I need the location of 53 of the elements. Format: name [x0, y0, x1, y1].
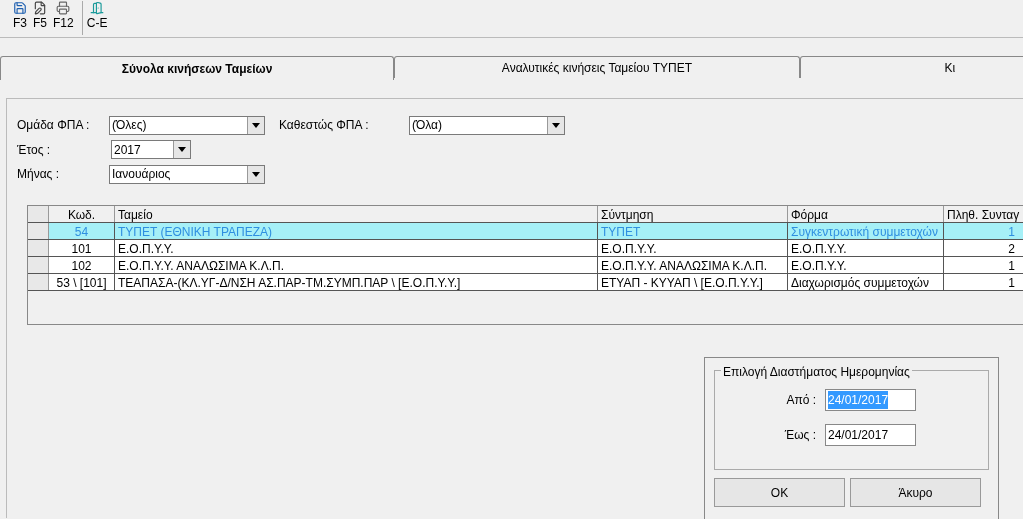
tab[interactable]: Σύνολα κινήσεων Ταμείων [0, 56, 395, 80]
tab[interactable]: Κι [799, 56, 1023, 78]
toolbar-button[interactable]: F12 [52, 1, 75, 31]
table-row[interactable]: 102 Ε.Ο.Π.Υ.Υ. ΑΝΑΛΩΣΙΜΑ Κ.Λ.Π. Ε.Ο.Π.Υ.Υ. ΑΝΑΛΩΣΙΜΑ Κ.Λ.Π. Ε.Ο.Π.Υ.Υ. 1 [28, 257, 1023, 274]
column-header: Φόρμα [788, 206, 944, 222]
dialog-button[interactable]: Άκυρο [850, 478, 981, 507]
table-cell: ΤΥΠΕΤ [598, 223, 788, 239]
toolbar-button[interactable]: C-E [85, 1, 109, 31]
table-cell: Ε.Ο.Π.Υ.Υ. ΑΝΑΛΩΣΙΜΑ Κ.Λ.Π. [598, 257, 788, 273]
table-cell: ΤΥΠΕΤ (ΕΘΝΙΚΗ ΤΡΑΠΕΖΑ) [115, 223, 598, 239]
table-cell: Συγκεντρωτική συμμετοχών [788, 223, 944, 239]
dropdown[interactable]: (Όλες) [109, 115, 265, 135]
table-cell: 2 [944, 240, 1023, 256]
group-title: Επιλογή Διαστήματος Ημερομηνίας [721, 363, 912, 381]
table-row[interactable]: 101 Ε.Ο.Π.Υ.Υ. Ε.Ο.Π.Υ.Υ. Ε.Ο.Π.Υ.Υ. 2 [28, 240, 1023, 257]
column-header: Πληθ. Συνταγ [944, 206, 1023, 222]
dialog-button[interactable]: OK [714, 478, 845, 507]
tab[interactable]: Αναλυτικές κινήσεις Ταμείου ΤΥΠΕΤ [394, 56, 800, 78]
table-cell: 54 [49, 223, 115, 239]
table-cell: 1 [944, 274, 1023, 290]
field-label: Καθεστώς ΦΠΑ : [279, 117, 370, 134]
table-cell: 1 [944, 223, 1023, 239]
date-input[interactable]: 24/01/2017 [825, 424, 916, 446]
table-cell: Ε.Ο.Π.Υ.Υ. [788, 257, 944, 273]
dropdown[interactable]: (Όλα) [409, 115, 565, 135]
table-cell: ΤΕΑΠΑΣΑ-(ΚΛ.ΥΓ-Δ/ΝΣΗ ΑΣ.ΠΑΡ-ΤΜ.ΣΥΜΠ.ΠΑΡ \ [Ε.Ο.Π.Υ.Υ.] [115, 274, 598, 290]
toolbar-button[interactable]: F3 [12, 1, 28, 31]
table-cell: Διαχωρισμός συμμετοχών [788, 274, 944, 290]
table-cell: 1 [944, 257, 1023, 273]
column-header: Κωδ. [49, 206, 115, 222]
toolbar-button[interactable]: F5 [32, 1, 49, 31]
field-label: Από : [785, 392, 817, 409]
door-icon [90, 1, 105, 15]
column-header: Σύντμηση [598, 206, 788, 222]
printer-icon [56, 1, 71, 15]
field-label: Έως : [783, 427, 817, 444]
save-icon [13, 1, 27, 15]
table-row[interactable]: 53 \ [101] ΤΕΑΠΑΣΑ-(ΚΛ.ΥΓ-Δ/ΝΣΗ ΑΣ.ΠΑΡ-ΤΜ.ΣΥΜΠ.ΠΑΡ \ [Ε.Ο.Π.Υ.Υ.] ΕΤΥΑΠ - ΚΥΥΑΠ \ [Ε.Ο.Π.Υ.Υ.] Διαχωρισμός συμμετοχών 1 [28, 274, 1023, 291]
table-cell: Ε.Ο.Π.Υ.Υ. [598, 240, 788, 256]
table-cell: 101 [49, 240, 115, 256]
field-label: Μήνας : [17, 166, 61, 183]
table-cell: 102 [49, 257, 115, 273]
edit-document-icon [33, 1, 47, 15]
field-label: Έτος : [17, 141, 52, 159]
column-header: Ταμείο [115, 206, 598, 222]
table-cell: Ε.Ο.Π.Υ.Υ. [788, 240, 944, 256]
field-label: Ομάδα ΦΠΑ : [17, 117, 91, 134]
table-cell: ΕΤΥΑΠ - ΚΥΥΑΠ \ [Ε.Ο.Π.Υ.Υ.] [598, 274, 788, 290]
table-cell: Ε.Ο.Π.Υ.Υ. [115, 240, 598, 256]
dropdown[interactable]: Ιανουάριος [109, 164, 265, 184]
table-cell: Ε.Ο.Π.Υ.Υ. ΑΝΑΛΩΣΙΜΑ Κ.Λ.Π. [115, 257, 598, 273]
dropdown[interactable]: 2017 [111, 140, 191, 159]
table-cell: 53 \ [101] [49, 274, 115, 290]
